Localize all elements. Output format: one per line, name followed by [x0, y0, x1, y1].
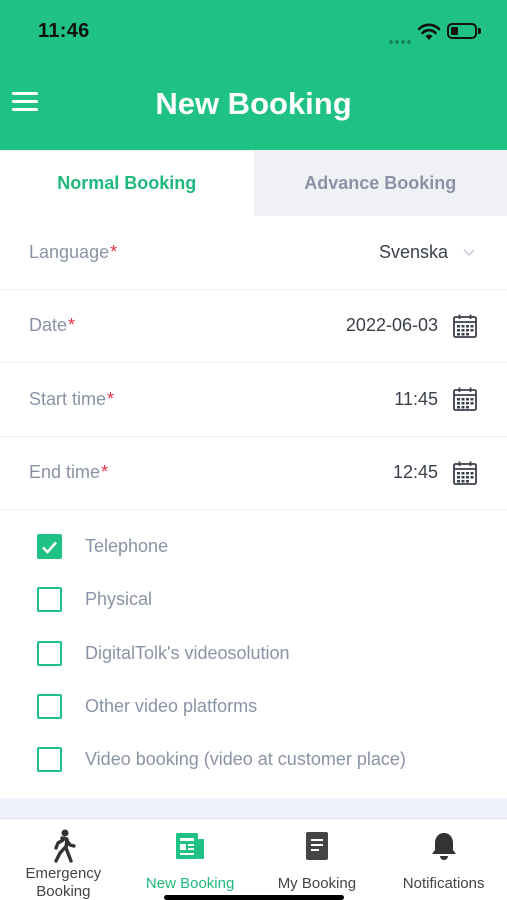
tab-label: Notifications [402, 875, 485, 892]
option-label: Telephone [85, 536, 169, 557]
option-label: Video booking (video at customer place) [85, 749, 406, 770]
page-title: New Booking [155, 86, 352, 121]
end-time-value: 12:45 [392, 462, 438, 483]
app-header: 11:46 New Booking [0, 0, 507, 150]
wifi-icon [417, 23, 441, 40]
physical-checkbox[interactable] [37, 587, 62, 613]
tab-label: My Booking [277, 875, 357, 892]
document-icon [305, 832, 328, 860]
checkmark-icon [42, 541, 57, 554]
battery-icon [447, 23, 481, 39]
telephone-checkbox[interactable] [37, 534, 62, 560]
tab-label: Emergency Booking [25, 865, 102, 900]
walking-person-icon [54, 829, 77, 863]
section-divider [0, 798, 507, 818]
other-video-checkbox[interactable] [37, 694, 62, 720]
video-customer-place-checkbox[interactable] [37, 747, 62, 773]
tab-label: New Booking [145, 875, 235, 892]
language-select[interactable]: Svenska [379, 242, 478, 263]
tab-emergency-booking[interactable]: Emergency Booking [0, 819, 127, 900]
option-label: Other video platforms [85, 696, 258, 717]
option-video-customer-place[interactable]: Video booking (video at customer place) [0, 733, 507, 786]
booking-form: Language* Svenska Date* 2022-06-03 Start… [0, 216, 507, 510]
date-row[interactable]: Date* 2022-06-03 [0, 290, 507, 363]
calendar-icon[interactable] [452, 460, 478, 486]
chevron-down-icon [463, 249, 475, 257]
status-time: 11:46 [38, 20, 90, 42]
start-time-row[interactable]: Start time* 11:45 [0, 363, 507, 437]
new-booking-icon [176, 833, 205, 859]
option-label: DigitalTolk's videosolution [85, 642, 290, 663]
option-other-video[interactable]: Other video platforms [0, 680, 507, 733]
end-time-row[interactable]: End time* 12:45 [0, 437, 507, 510]
option-physical[interactable]: Physical [0, 573, 507, 626]
tab-new-booking[interactable]: New Booking [127, 819, 254, 900]
booking-type-options: Telephone Physical DigitalTolk's videoso… [0, 520, 507, 786]
start-time-value: 11:45 [394, 388, 438, 409]
option-digitaltolk-video[interactable]: DigitalTolk's videosolution [0, 627, 507, 680]
booking-tabs: Normal Booking Advance Booking [0, 150, 507, 216]
signal-icon [389, 31, 413, 49]
tab-notifications[interactable]: Notifications [380, 819, 507, 900]
language-label: Language* [29, 241, 118, 262]
option-telephone[interactable]: Telephone [0, 520, 507, 573]
digitaltolk-video-checkbox[interactable] [37, 640, 62, 666]
calendar-icon[interactable] [452, 313, 478, 339]
date-value: 2022-06-03 [345, 315, 438, 336]
tab-my-booking[interactable]: My Booking [254, 819, 381, 900]
end-time-label: End time* [29, 462, 109, 483]
bell-icon [431, 833, 456, 860]
bottom-tab-bar: Emergency Booking New Booking My Booking… [0, 818, 507, 900]
calendar-icon[interactable] [452, 386, 478, 412]
language-row[interactable]: Language* Svenska [0, 216, 507, 290]
option-label: Physical [85, 589, 153, 610]
date-label: Date* [29, 315, 76, 336]
home-indicator [164, 895, 344, 900]
start-time-label: Start time* [29, 388, 115, 409]
status-icons [387, 20, 487, 44]
tab-normal-booking[interactable]: Normal Booking [0, 150, 254, 216]
tab-advance-booking[interactable]: Advance Booking [253, 150, 507, 216]
language-value: Svenska [378, 241, 448, 262]
